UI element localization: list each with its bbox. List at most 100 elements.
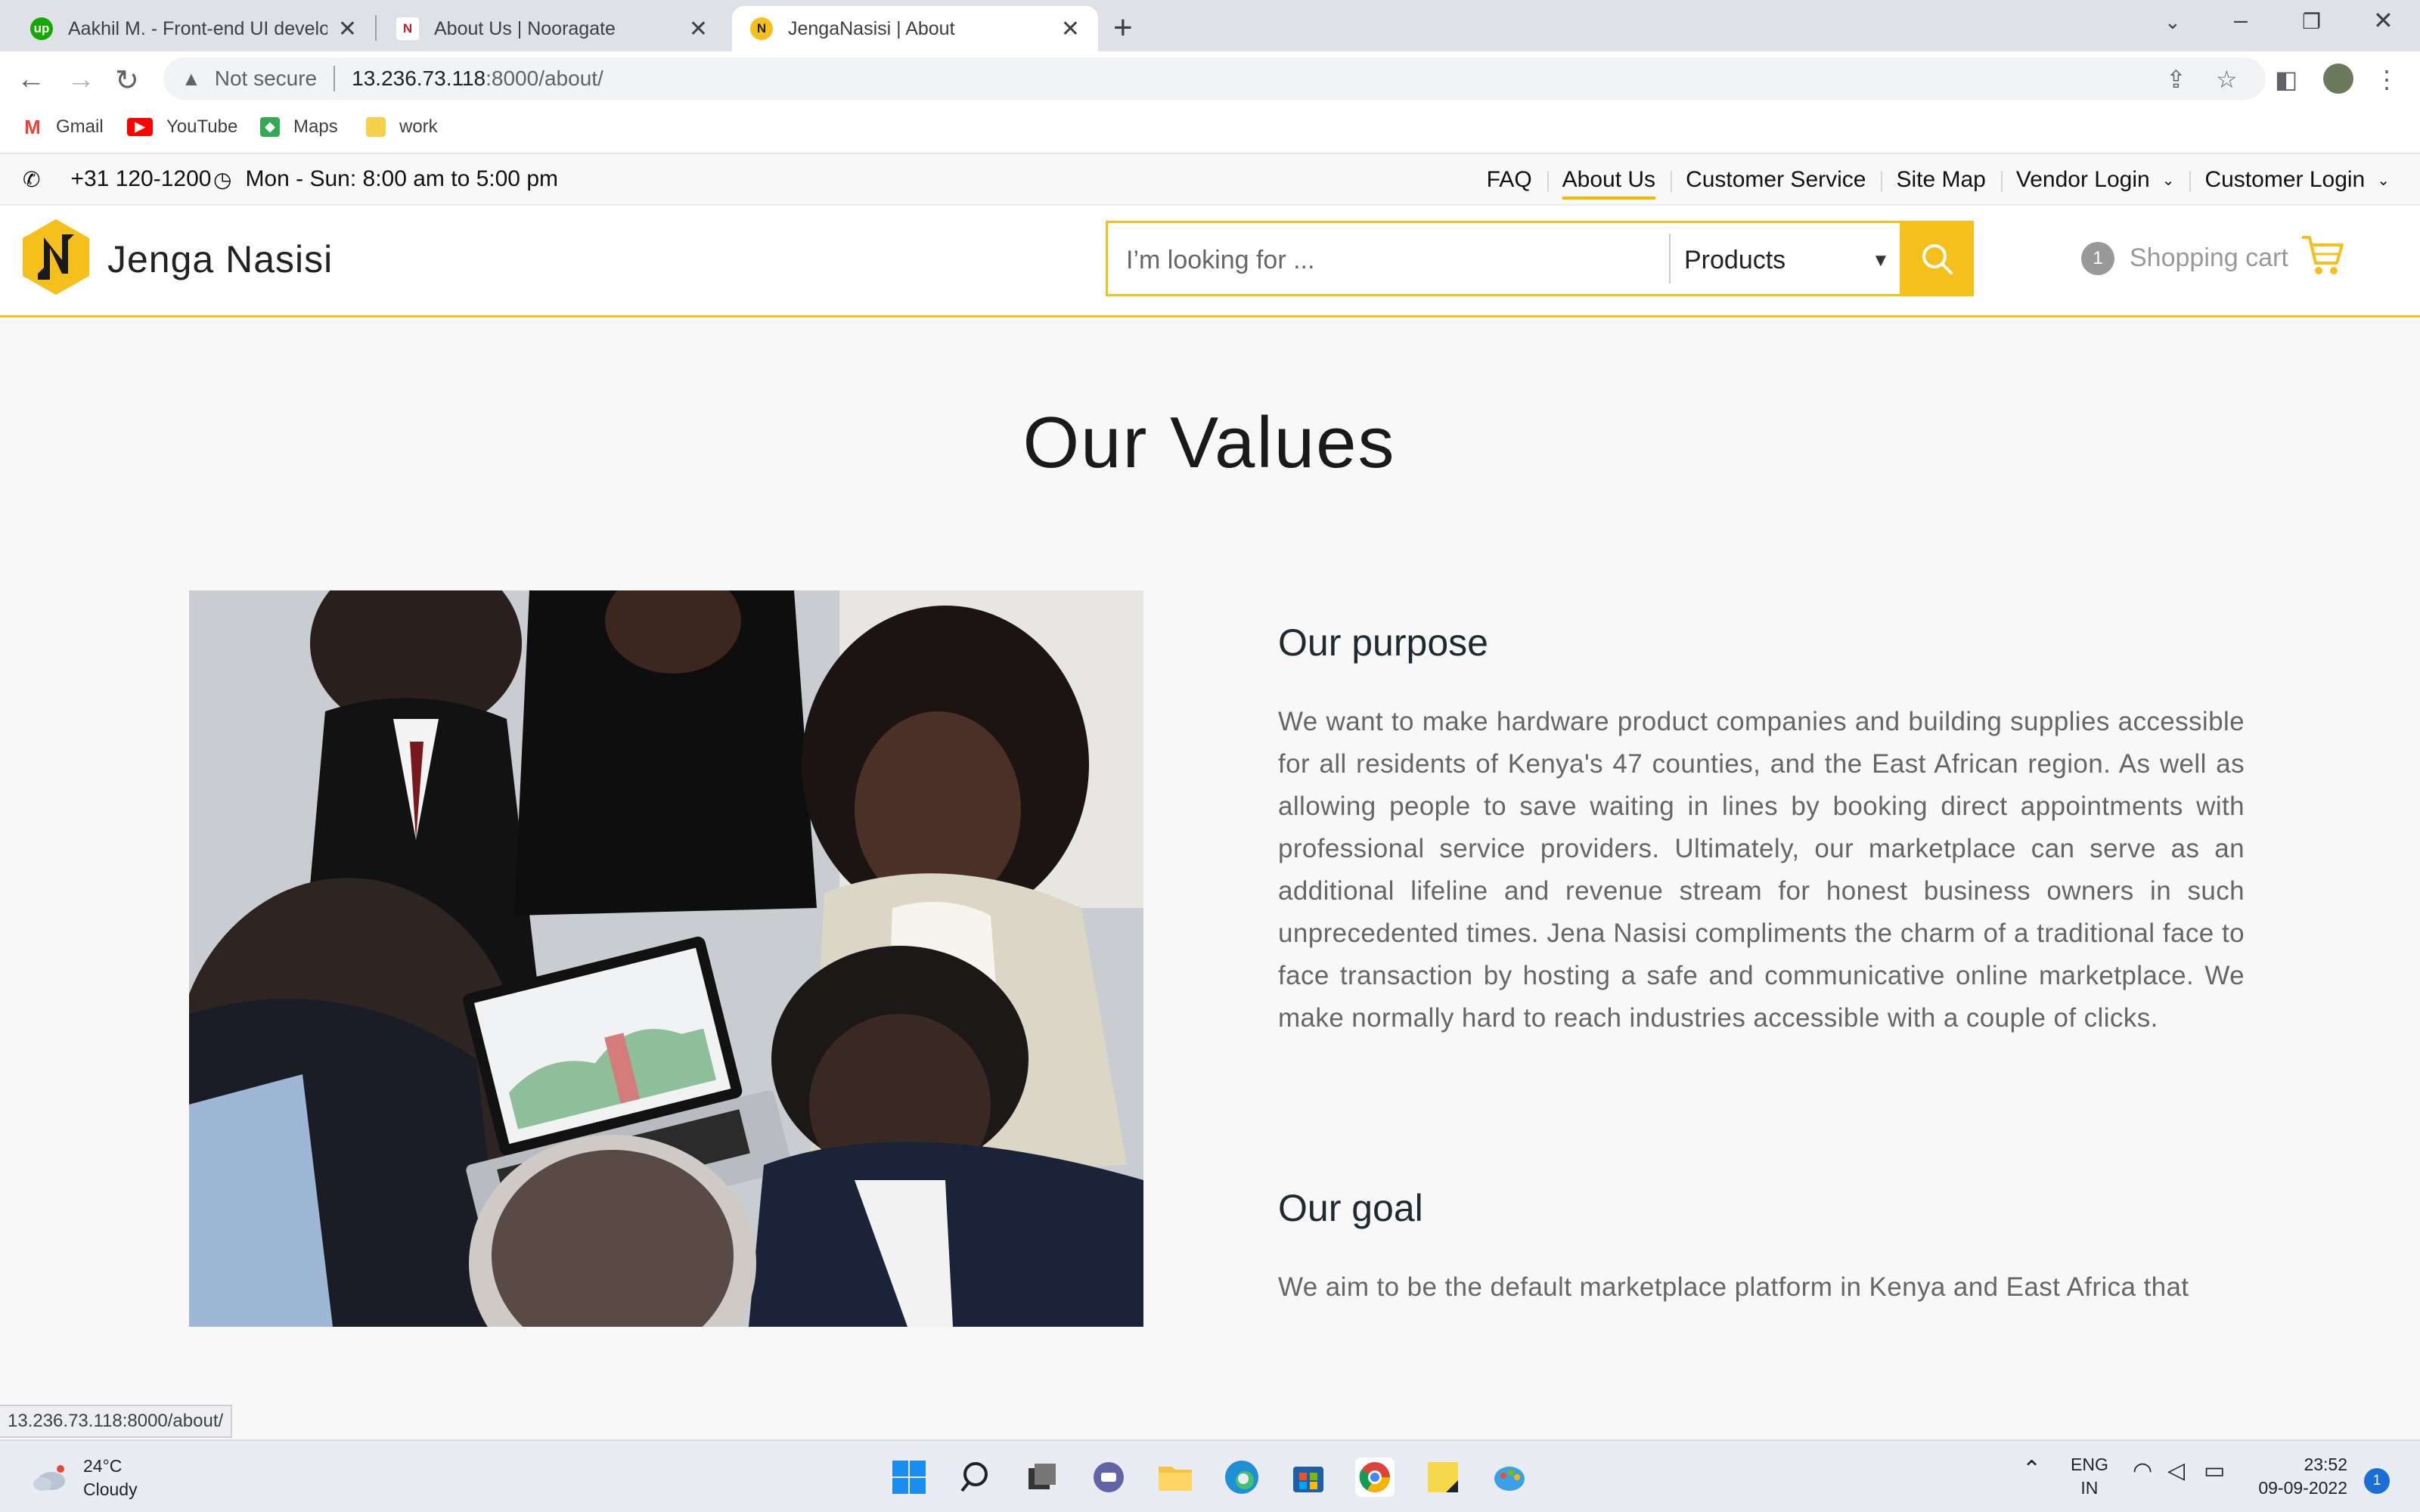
restore-icon[interactable]: ❐ <box>2302 9 2321 34</box>
region-code: IN <box>2080 1478 2099 1498</box>
bookmark-maps[interactable]: ◆ Maps <box>260 116 338 138</box>
phone-number: +31 120-1200 <box>70 166 212 191</box>
browser-toolbar: ← → ↻ ▲ Not secure 13.236.73.118 :8000/a… <box>0 51 2420 106</box>
browser-tab-upwork[interactable]: up Aakhil M. - Front-end UI develop ✕ <box>12 6 375 51</box>
close-tab-icon[interactable]: ✕ <box>689 16 708 42</box>
contact-phone: ✆ +31 120-1200 <box>23 166 211 192</box>
chevron-down-icon: ⌄ <box>2161 172 2175 189</box>
purpose-title: Our purpose <box>1278 621 1488 664</box>
caret-down-icon: ▼ <box>1872 250 1890 271</box>
paint-icon[interactable] <box>1490 1458 1529 1497</box>
customer-service-label: Customer Service <box>1686 167 1866 192</box>
customer-service-link[interactable]: Customer Service <box>1671 154 1881 206</box>
about-content: Our Values Our purpose We want to make h… <box>14 320 2405 1439</box>
bookmark-gmail[interactable]: M Gmail <box>23 116 104 138</box>
youtube-icon: ▶ <box>127 118 153 136</box>
maps-icon: ◆ <box>260 117 280 137</box>
show-hidden-icons[interactable]: ⌃ <box>2022 1458 2041 1481</box>
start-icon[interactable] <box>889 1458 929 1497</box>
bookmark-label: Maps <box>293 116 338 137</box>
weather-widget[interactable]: 24°C Cloudy <box>30 1455 138 1501</box>
shopping-cart-link[interactable]: Shopping cart <box>2130 243 2288 273</box>
site-map-label: Site Map <box>1896 167 1986 192</box>
about-us-label: About Us <box>1562 167 1656 192</box>
lang-code: ENG <box>2071 1455 2108 1474</box>
top-links: FAQ About Us Customer Service Site Map V… <box>1472 154 2405 206</box>
share-icon[interactable]: ⇪ <box>2166 65 2186 94</box>
cart-count-badge: 1 <box>2081 242 2114 275</box>
chevron-down-icon: ⌄ <box>2377 172 2390 189</box>
clock-icon: ◷ <box>213 167 232 191</box>
tab-title: JengaNasisi | About <box>788 17 955 39</box>
windows-taskbar: 24°C Cloudy ⌃ ENG IN ◠ ◁ ▭ 23:52 09-09-2… <box>0 1439 2420 1512</box>
security-label: Not secure <box>214 67 318 90</box>
customer-login-label: Customer Login <box>2204 167 2366 192</box>
bookmarks-bar: M Gmail ▶ YouTube ◆ Maps work <box>0 106 2420 154</box>
minimize-icon[interactable]: – <box>2234 6 2248 34</box>
brand-name[interactable]: Jenga Nasisi <box>107 237 333 281</box>
gmail-icon: M <box>24 115 41 138</box>
site-header: Jenga Nasisi I’m looking for ... Product… <box>0 206 2420 318</box>
clock-time: 23:52 <box>2304 1455 2347 1474</box>
site-map-link[interactable]: Site Map <box>1881 154 2000 206</box>
volume-icon[interactable]: ◁ <box>2167 1459 2185 1483</box>
clock[interactable]: 23:52 09-09-2022 <box>2252 1453 2347 1500</box>
phone-icon: ✆ <box>23 167 41 191</box>
close-tab-icon[interactable]: ✕ <box>1061 16 1080 42</box>
nooragate-icon: N <box>396 17 419 40</box>
back-icon[interactable]: ← <box>17 64 45 96</box>
window-close-icon[interactable]: ✕ <box>2373 6 2394 35</box>
hours-text: Mon - Sun: 8:00 am to 5:00 pm <box>245 166 558 191</box>
jenga-nasisi-logo-icon[interactable] <box>21 218 91 296</box>
reload-icon[interactable]: ↻ <box>115 64 139 98</box>
site-top-bar: ✆ +31 120-1200 ◷ Mon - Sun: 8:00 am to 5… <box>0 154 2420 206</box>
close-tab-icon[interactable]: ✕ <box>338 16 357 42</box>
task-view-icon[interactable] <box>1022 1458 1062 1497</box>
browser-tab-jenganasisi[interactable]: N JengaNasisi | About ✕ <box>732 6 1098 51</box>
profile-avatar[interactable] <box>2323 64 2353 94</box>
search-input[interactable]: I’m looking for ... <box>1126 246 1314 275</box>
wifi-icon[interactable]: ◠ <box>2133 1459 2152 1483</box>
chrome-icon[interactable] <box>1355 1458 1395 1497</box>
notification-badge[interactable]: 1 <box>2364 1468 2390 1494</box>
status-url-bubble: 13.236.73.118:8000/about/ <box>0 1405 233 1438</box>
faq-label: FAQ <box>1486 167 1532 192</box>
search-button[interactable] <box>1900 221 1974 296</box>
customer-login-dropdown[interactable]: Customer Login ⌄ <box>2189 154 2405 206</box>
edge-icon[interactable] <box>1222 1458 1261 1497</box>
tab-title: About Us | Nooragate <box>434 17 616 39</box>
team-meeting-photo <box>189 590 1143 1327</box>
shopping-cart-icon[interactable] <box>2301 233 2344 277</box>
bookmark-youtube[interactable]: ▶ YouTube <box>127 116 237 138</box>
vendor-login-dropdown[interactable]: Vendor Login ⌄ <box>2000 154 2190 206</box>
warning-icon[interactable]: ▲ <box>182 67 201 91</box>
store-icon[interactable] <box>1289 1458 1328 1497</box>
side-panel-icon[interactable]: ◧ <box>2275 65 2297 94</box>
jenganasisi-icon: N <box>750 17 773 40</box>
upwork-icon: up <box>30 17 53 40</box>
browser-tab-nooragate[interactable]: N About Us | Nooragate ✕ <box>378 6 726 51</box>
tab-search-icon[interactable]: ⌄ <box>2164 11 2181 34</box>
bookmark-work[interactable]: work <box>366 116 438 138</box>
forward-icon[interactable]: → <box>67 64 95 96</box>
bookmark-star-icon[interactable]: ☆ <box>2216 65 2238 94</box>
about-us-link[interactable]: About Us <box>1547 154 1671 206</box>
weather-condition: Cloudy <box>83 1479 138 1499</box>
battery-icon[interactable]: ▭ <box>2204 1459 2225 1483</box>
faq-link[interactable]: FAQ <box>1472 154 1547 206</box>
teams-chat-icon[interactable] <box>1089 1458 1128 1497</box>
category-select[interactable]: Products <box>1684 246 1786 275</box>
opening-hours: ◷ Mon - Sun: 8:00 am to 5:00 pm <box>213 166 558 192</box>
search-bar: I’m looking for ... Products ▼ <box>1106 221 1974 296</box>
menu-icon[interactable]: ⋮ <box>2375 65 2399 94</box>
language-indicator[interactable]: ENG IN <box>2071 1453 2108 1500</box>
address-bar[interactable]: ▲ Not secure 13.236.73.118 :8000/about/ <box>163 57 2266 100</box>
weather-temp: 24°C <box>83 1456 123 1476</box>
file-explorer-icon[interactable] <box>1156 1458 1195 1497</box>
clock-date: 09-09-2022 <box>2258 1478 2347 1498</box>
sticky-notes-icon[interactable] <box>1423 1458 1463 1497</box>
new-tab-icon[interactable]: + <box>1113 9 1133 47</box>
vendor-login-label: Vendor Login <box>2015 167 2150 192</box>
search-taskbar-icon[interactable] <box>957 1458 997 1497</box>
browser-tab-bar: up Aakhil M. - Front-end UI develop ✕ N … <box>0 0 2420 51</box>
